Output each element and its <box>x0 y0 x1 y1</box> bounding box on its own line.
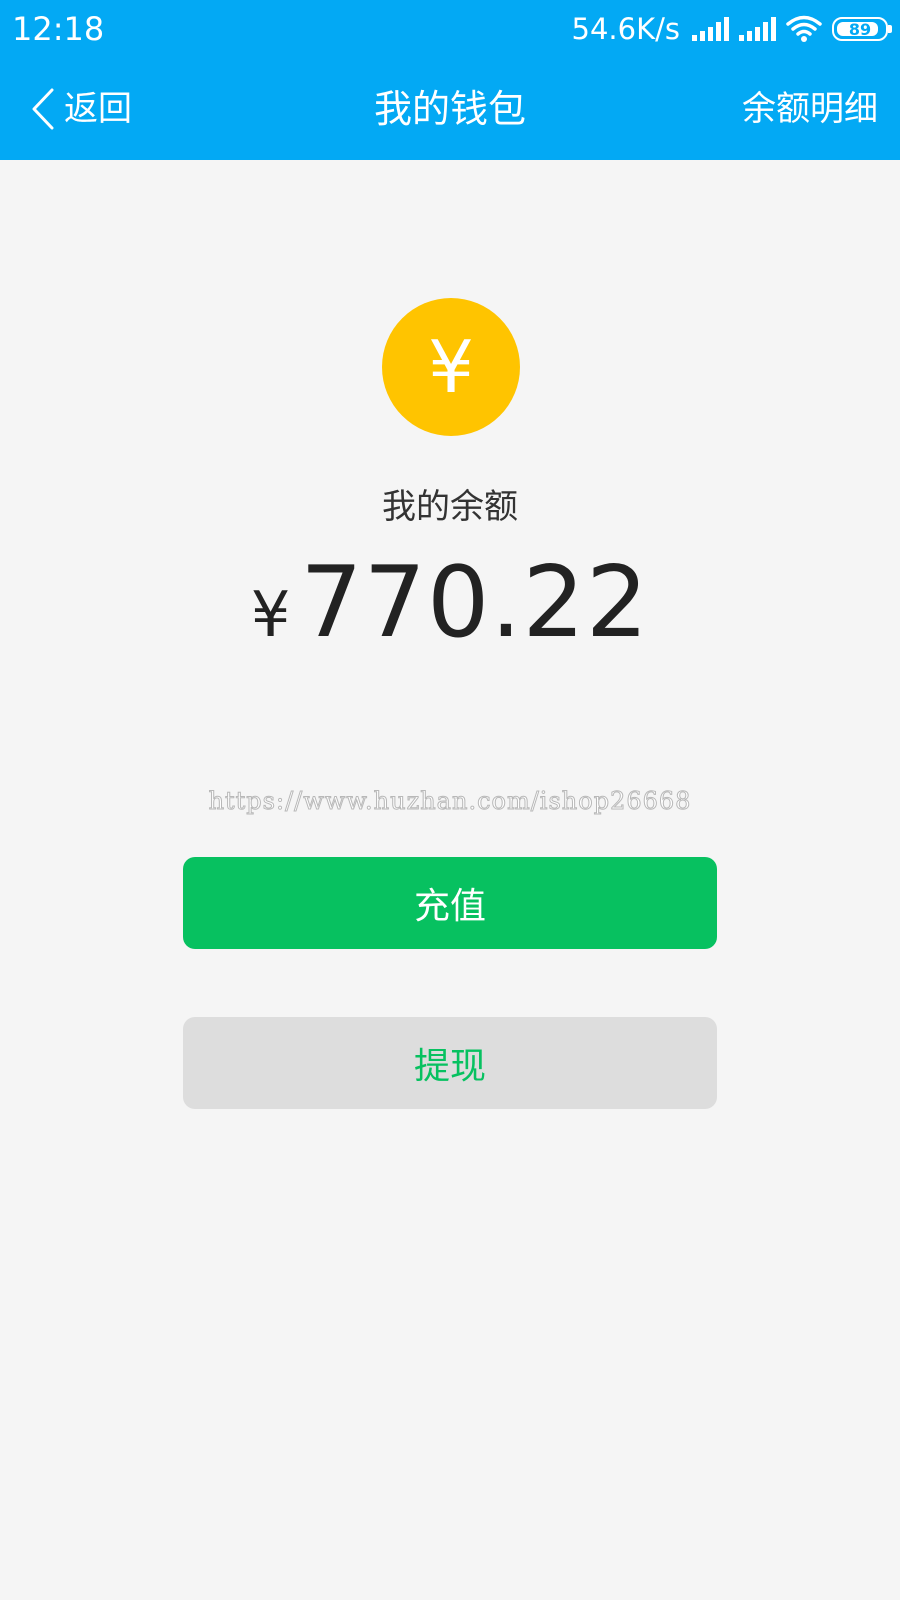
nav-bar: 返回 我的钱包 余额明细 <box>0 58 900 160</box>
status-bar: 12:18 54.6K/s 89 <box>0 0 900 58</box>
cell-signal-icon <box>692 17 729 41</box>
yen-coin-icon: ¥ <box>382 298 520 436</box>
balance-details-link[interactable]: 余额明细 <box>742 84 878 134</box>
yen-icon: ¥ <box>428 325 474 409</box>
cell-signal-icon <box>739 17 776 41</box>
wifi-icon <box>786 15 822 42</box>
amount-value: 770.22 <box>300 546 650 660</box>
battery-icon: 89 <box>832 17 892 41</box>
balance-amount: ¥770.22 <box>0 548 900 686</box>
currency-symbol: ¥ <box>250 578 291 651</box>
status-time: 12:18 <box>12 10 105 48</box>
withdraw-button[interactable]: 提现 <box>183 1017 717 1109</box>
recharge-button[interactable]: 充值 <box>183 857 717 949</box>
status-indicators: 54.6K/s 89 <box>571 10 892 48</box>
watermark: https://www.huzhan.com/ishop26668 <box>208 787 692 816</box>
balance-label: 我的余额 <box>382 487 518 527</box>
battery-level: 89 <box>848 19 872 39</box>
network-speed: 54.6K/s <box>571 12 680 46</box>
